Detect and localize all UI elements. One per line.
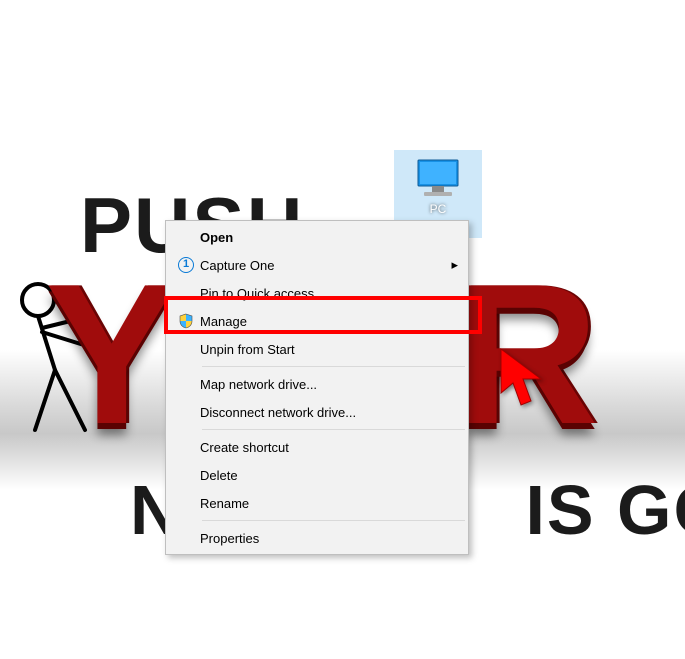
wallpaper-stick-figure (0, 270, 130, 450)
menu-item-disconnect-network-drive[interactable]: Disconnect network drive... (168, 398, 466, 426)
menu-item-rename[interactable]: Rename (168, 489, 466, 517)
menu-separator (202, 429, 465, 430)
menu-item-manage[interactable]: Manage (168, 307, 466, 335)
context-menu: Open 1 Capture One ▸ Pin to Quick access… (165, 220, 469, 555)
submenu-arrow-icon: ▸ (442, 257, 458, 273)
menu-item-open[interactable]: Open (168, 223, 466, 251)
menu-separator (202, 520, 465, 521)
this-pc-icon (414, 158, 462, 198)
menu-item-properties[interactable]: Properties (168, 524, 466, 552)
menu-item-unpin-start[interactable]: Unpin from Start (168, 335, 466, 363)
wallpaper-text-bottom-right: IS GOIN (525, 471, 685, 549)
annotation-cursor-arrow (497, 345, 553, 411)
this-pc-label: PC (394, 202, 482, 216)
capture-one-icon: 1 (172, 251, 200, 279)
desktop-scene: PUSH YOUR N IS GOIN PC Open 1 (0, 0, 685, 659)
menu-item-map-network-drive[interactable]: Map network drive... (168, 370, 466, 398)
menu-item-create-shortcut[interactable]: Create shortcut (168, 433, 466, 461)
menu-item-pin-quick-access[interactable]: Pin to Quick access (168, 279, 466, 307)
menu-separator (202, 366, 465, 367)
menu-item-delete[interactable]: Delete (168, 461, 466, 489)
menu-item-capture-one[interactable]: 1 Capture One ▸ (168, 251, 466, 279)
uac-shield-icon (172, 307, 200, 335)
